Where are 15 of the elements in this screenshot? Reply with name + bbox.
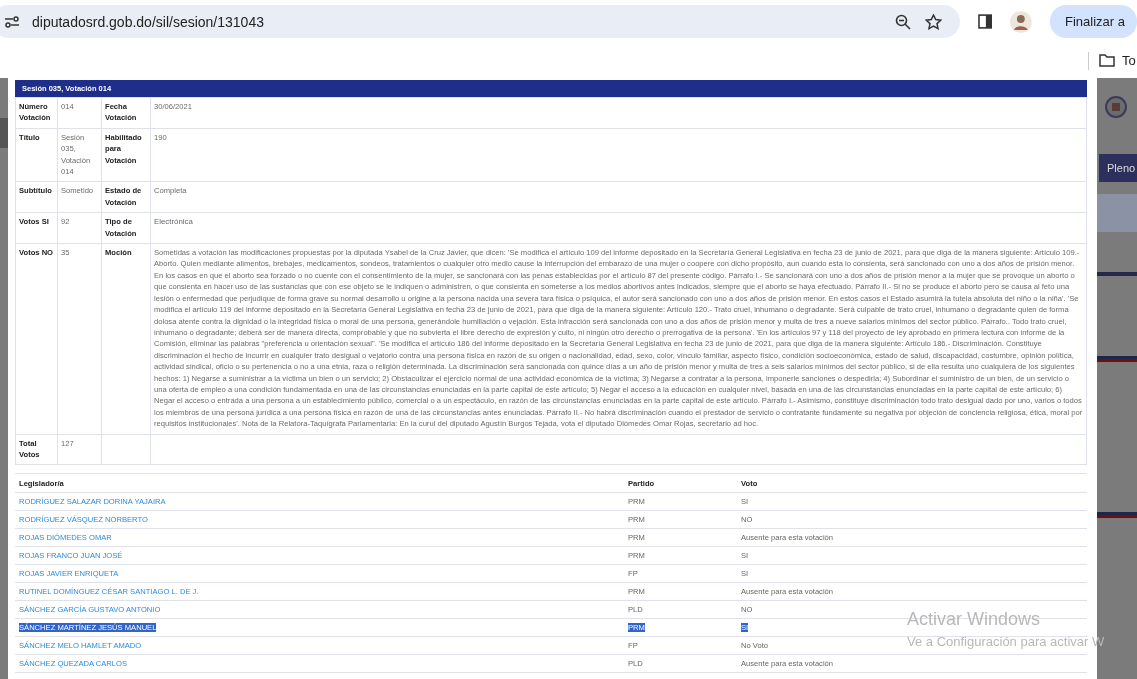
banner-strip xyxy=(1097,194,1137,232)
url-text: diputadosrd.gob.do/sil/sesion/131043 xyxy=(32,13,264,30)
seal-icon xyxy=(1105,96,1127,118)
avatar-icon[interactable] xyxy=(1010,10,1033,33)
zoom-icon[interactable] xyxy=(894,13,911,30)
folder-icon xyxy=(1099,54,1115,67)
bookmark-star-icon[interactable] xyxy=(924,13,942,30)
plenary-button[interactable]: Pleno xyxy=(1099,154,1137,182)
site-settings-icon[interactable] xyxy=(4,14,20,29)
activation-title: Activar Windows xyxy=(907,609,1042,630)
side-panel-icon[interactable] xyxy=(977,14,993,29)
bookmark-folder[interactable]: To xyxy=(1099,53,1137,68)
page-strip xyxy=(0,118,8,148)
address-bar[interactable]: diputadosrd.gob.do/sil/sesion/131043 xyxy=(0,5,960,38)
finish-update-button[interactable]: Finalizar a xyxy=(1050,5,1137,38)
